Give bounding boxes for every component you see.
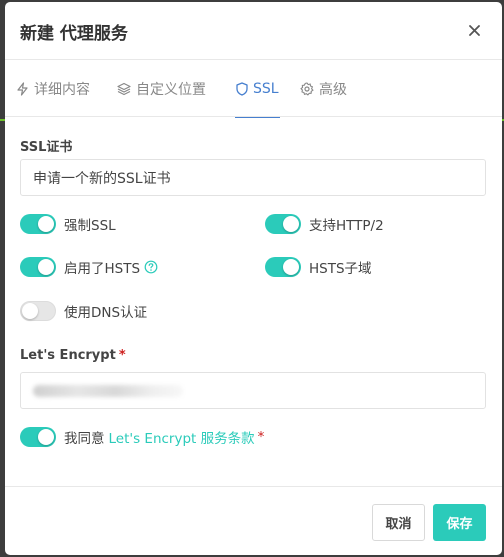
close-icon — [468, 24, 480, 36]
hsts-subdomains-switch[interactable] — [265, 257, 301, 277]
new-proxy-host-dialog: 新建 代理服务 详细内容 自定义位置 SSL 高级 SSL证书 申请一个新的SS… — [5, 2, 502, 555]
close-button[interactable] — [462, 18, 486, 42]
http2-label: 支持HTTP/2 — [309, 218, 384, 234]
ssl-certificate-select[interactable]: 申请一个新的SSL证书 — [20, 159, 486, 196]
save-button[interactable]: 保存 — [433, 504, 486, 541]
tab-bar: 详细内容 自定义位置 SSL 高级 — [5, 60, 502, 118]
agree-required-marker: * — [257, 429, 265, 445]
force-ssl-label: 强制SSL — [64, 218, 116, 234]
bolt-icon — [17, 81, 28, 96]
http2-switch[interactable] — [265, 214, 301, 234]
dialog-title: 新建 代理服务 — [20, 24, 128, 44]
shield-icon — [236, 81, 248, 96]
dns-challenge-switch[interactable] — [20, 301, 56, 321]
tab-ssl-label: SSL — [253, 80, 279, 97]
tab-details[interactable]: 详细内容 — [16, 60, 90, 117]
dialog-footer: 取消 保存 — [5, 486, 502, 555]
dialog-header: 新建 代理服务 — [5, 2, 502, 60]
required-marker: * — [118, 348, 126, 363]
hsts-subdomains-label: HSTS子域 — [309, 261, 372, 277]
dns-challenge-toggle[interactable]: 使用DNS认证 — [20, 301, 147, 321]
tab-advanced-label: 高级 — [319, 81, 347, 98]
ssl-certificate-value: 申请一个新的SSL证书 — [33, 170, 171, 187]
terms-of-service-link[interactable]: Let's Encrypt 服务条款 — [109, 427, 255, 447]
ssl-certificate-label: SSL证书 — [20, 140, 73, 155]
help-icon[interactable] — [144, 260, 158, 274]
force-ssl-toggle[interactable]: 强制SSL — [20, 214, 116, 234]
tab-custom-locations[interactable]: 自定义位置 — [117, 60, 206, 117]
hsts-subdomains-toggle[interactable]: HSTS子域 — [265, 257, 372, 277]
letsencrypt-email-input[interactable] — [20, 372, 486, 409]
tab-ssl[interactable]: SSL — [235, 60, 280, 118]
layers-icon — [117, 82, 131, 95]
tab-details-label: 详细内容 — [34, 81, 90, 98]
hsts-switch[interactable] — [20, 257, 56, 277]
dns-challenge-label: 使用DNS认证 — [64, 305, 148, 321]
tab-advanced[interactable]: 高级 — [300, 60, 347, 117]
http2-toggle[interactable]: 支持HTTP/2 — [265, 214, 384, 234]
agree-terms-switch[interactable] — [20, 427, 56, 447]
letsencrypt-email-label: Let's Encrypt * — [20, 348, 126, 363]
letsencrypt-email-label-text: Let's Encrypt — [20, 348, 116, 363]
gear-icon — [300, 81, 314, 95]
agree-terms-label: 我同意 — [64, 431, 105, 447]
force-ssl-switch[interactable] — [20, 214, 56, 234]
agree-terms-toggle[interactable]: 我同意 Let's Encrypt 服务条款 * — [20, 427, 264, 447]
hsts-toggle[interactable]: 启用了HSTS — [20, 257, 158, 277]
redacted-email — [33, 384, 183, 397]
tab-custom-locations-label: 自定义位置 — [136, 81, 206, 98]
cancel-button[interactable]: 取消 — [372, 504, 425, 541]
hsts-label: 启用了HSTS — [64, 261, 141, 277]
